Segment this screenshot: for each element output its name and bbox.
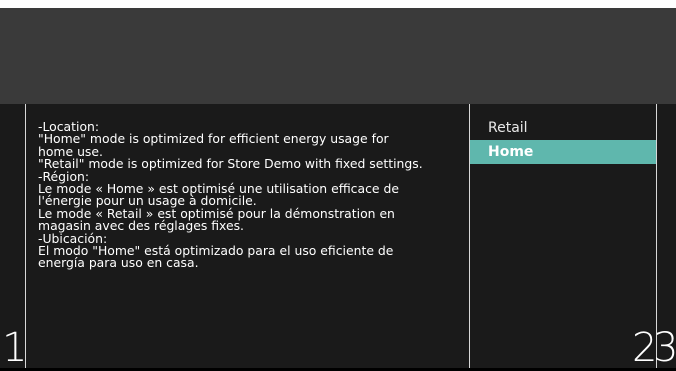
column-number-3: 3	[653, 325, 676, 371]
option-retail[interactable]: Retail	[470, 116, 656, 140]
column-number-1: 1	[2, 325, 28, 371]
option-home[interactable]: Home	[470, 140, 656, 164]
help-description: -Location: "Home" mode is optimized for …	[38, 119, 423, 271]
top-border	[0, 0, 676, 8]
header-band	[0, 8, 676, 104]
location-option-list: Retail Home	[470, 116, 656, 164]
